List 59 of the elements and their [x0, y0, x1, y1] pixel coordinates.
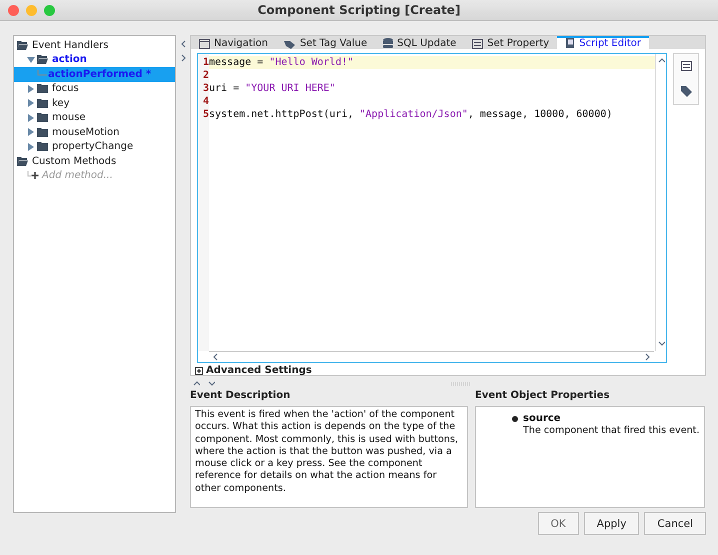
- section-title: Event Object Properties: [475, 390, 611, 403]
- scroll-down-icon[interactable]: [658, 340, 664, 348]
- tree-item[interactable]: mouseMotion: [14, 125, 175, 140]
- tab[interactable]: Set Tag Value: [276, 36, 376, 49]
- tree-item[interactable]: propertyChange: [14, 140, 175, 154]
- dialog-button[interactable]: Cancel: [644, 512, 706, 535]
- script-editor[interactable]: 1 2 3 4 5 message = "Hello World!" uri = "YOUR URI HERE" system.net.httpPost(uri, "Application/Json", message, 10000, 60000): [197, 53, 667, 363]
- open-folder-icon: [37, 55, 48, 64]
- scroll-left-icon[interactable]: [212, 353, 219, 361]
- section-title: Event Description: [190, 390, 292, 403]
- tree-item[interactable]: Event Handlers: [14, 38, 175, 52]
- dialog-button[interactable]: Apply: [584, 512, 640, 535]
- tab[interactable]: SQL Update: [375, 36, 464, 49]
- folder-icon: [37, 84, 48, 94]
- open-folder-icon: [17, 156, 28, 166]
- close-button[interactable]: [8, 4, 19, 16]
- scroll-up-icon[interactable]: [658, 57, 664, 65]
- line-number: 3: [202, 82, 209, 95]
- list-icon: [472, 38, 484, 48]
- collapse-left-icon[interactable]: [180, 40, 186, 48]
- scroll-right-icon[interactable]: [644, 353, 651, 361]
- tree-item[interactable]: key: [14, 96, 175, 110]
- tree-item[interactable]: mouse: [14, 110, 175, 125]
- line-number: 2: [202, 69, 209, 82]
- tag-icon: [284, 38, 296, 48]
- tree-item[interactable]: action: [14, 52, 175, 67]
- line-number: 4: [202, 95, 209, 108]
- tag-icon[interactable]: [680, 86, 692, 97]
- code-line: message = "Hello World!": [209, 57, 354, 68]
- advanced-settings-toggle[interactable]: Advanced Settings: [191, 363, 316, 378]
- tab[interactable]: Navigation: [191, 36, 276, 49]
- property-name: source: [523, 413, 561, 424]
- tab[interactable]: Script Editor: [557, 36, 649, 49]
- book-icon: [565, 38, 576, 49]
- folder-icon: [37, 98, 48, 108]
- event-description: This event is fired when the 'action' of the component occurs. What this action is depends on the type of the component. Most commonly, this is used with buttons, where the action is that the button was pushed, via a mouse click or a key press. See the component reference for details on what the action means for other components.: [190, 406, 468, 508]
- folder-icon: [37, 113, 48, 122]
- window-title: Component Scripting [Create]: [258, 3, 460, 17]
- tab[interactable]: Set Property: [464, 36, 558, 49]
- tree-item[interactable]: Custom Methods: [14, 154, 175, 168]
- line-number: 5: [202, 108, 209, 121]
- database-icon: [383, 38, 394, 49]
- code-line: system.net.httpPost(uri, "Application/Json", message, 10000, 60000): [209, 109, 612, 120]
- tree-item[interactable]: focus: [14, 82, 175, 96]
- line-number: 1: [202, 56, 209, 69]
- list-icon[interactable]: [680, 61, 692, 72]
- property-description: The component that fired this event.: [522, 425, 700, 436]
- split-up-icon[interactable]: [193, 380, 200, 388]
- expanded-icon[interactable]: [27, 56, 35, 64]
- folder-icon: [37, 128, 48, 137]
- window-icon: [199, 38, 210, 48]
- expand-right-icon[interactable]: [180, 54, 186, 62]
- code-line: uri = "YOUR URI HERE": [209, 83, 336, 94]
- open-folder-icon: [17, 40, 28, 50]
- folder-icon: [37, 142, 48, 152]
- bullet-icon: [512, 416, 518, 422]
- splitter-grip[interactable]: [451, 382, 471, 386]
- plus-icon: [27, 171, 39, 180]
- split-down-icon[interactable]: [208, 380, 215, 388]
